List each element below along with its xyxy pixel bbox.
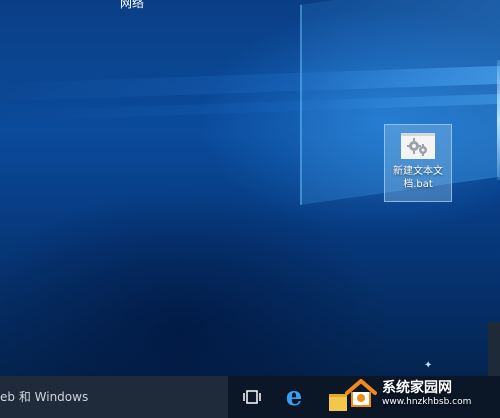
edge-browser-icon: e xyxy=(285,382,303,412)
task-view-button[interactable] xyxy=(232,376,272,418)
desktop-top-label: 网络 xyxy=(120,0,145,10)
desktop-file-label: 新建文本文档.bat xyxy=(393,166,443,190)
desktop-background: 网络 新建文本文档.bat xyxy=(0,0,500,376)
desktop-edge-panel xyxy=(488,322,500,376)
watermark: 系统家园网 www.hnzkhbsb.com xyxy=(344,372,500,416)
gear-file-icon xyxy=(401,133,435,159)
watermark-title: 系统家园网 xyxy=(382,380,452,396)
house-logo-icon xyxy=(344,377,378,411)
sparkle-decoration: ✦ xyxy=(424,360,434,371)
desktop-file-icon[interactable]: 新建文本文档.bat xyxy=(384,124,452,202)
task-view-icon xyxy=(243,390,261,404)
taskbar-search-box[interactable]: eb 和 Windows xyxy=(0,376,228,418)
watermark-url: www.hnzkhbsb.com xyxy=(382,397,472,407)
edge-browser-button[interactable]: e xyxy=(274,376,314,418)
